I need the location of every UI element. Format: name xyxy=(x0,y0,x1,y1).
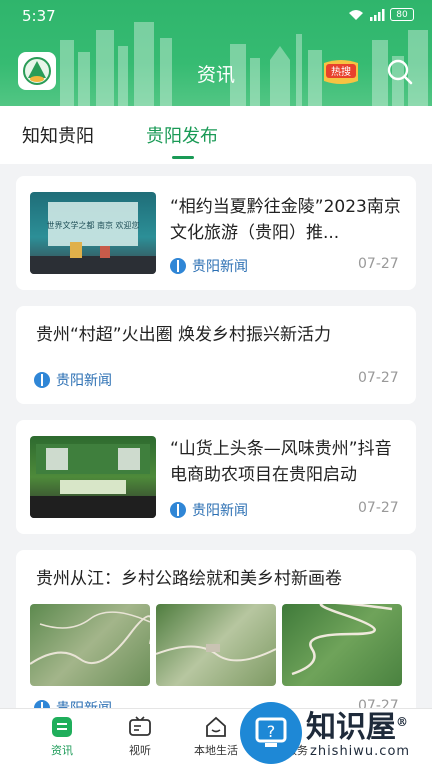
source-label: 贵阳新闻 xyxy=(56,373,112,389)
signal-icon xyxy=(370,8,385,21)
watermark-logo-icon: ? xyxy=(240,702,302,764)
article-title: 贵州从江：乡村公路绘就和美乡村新画卷 xyxy=(36,569,342,589)
watermark-text: 知识屋® xyxy=(306,710,408,745)
news-icon xyxy=(52,717,72,737)
video-icon xyxy=(129,716,151,736)
battery-icon: 80 xyxy=(390,8,414,21)
article-thumbnail xyxy=(282,604,402,686)
nav-news[interactable]: 资讯 xyxy=(32,715,92,758)
hot-search-badge[interactable]: 热搜 xyxy=(320,57,362,85)
search-icon[interactable] xyxy=(386,58,414,86)
article-card[interactable]: 贵州从江：乡村公路绘就和美乡村新画卷 贵阳新闻 07-27 xyxy=(16,550,416,720)
nav-local-life[interactable]: 本地生活 xyxy=(186,715,246,758)
thumb-banner-text: 世界文学之都 南京 欢迎您 xyxy=(46,220,139,230)
source-icon xyxy=(170,502,186,518)
article-title: “山货上头条—风味贵州”抖音电商助农项目在贵阳启动 xyxy=(170,439,392,485)
article-card[interactable]: 贵州“村超”火出圈 焕发乡村振兴新活力 贵阳新闻 07-27 xyxy=(16,306,416,404)
article-title: “相约当夏黔往金陵”2023南京文化旅游（贵阳）推... xyxy=(170,197,401,243)
app-header: 5:37 80 资讯 热搜 xyxy=(0,0,432,106)
winding-road-image xyxy=(291,604,393,676)
status-icons: 80 xyxy=(348,8,414,21)
page-title: 资讯 xyxy=(196,64,235,86)
article-date: 07-27 xyxy=(358,256,399,272)
article-title: 贵州“村超”火出圈 焕发乡村振兴新活力 xyxy=(36,325,332,345)
tab-zhizhi-guiyang[interactable]: 知知贵阳 xyxy=(22,122,94,148)
article-thumbnail xyxy=(30,436,156,518)
site-watermark: ? 知识屋® zhishiwu.com xyxy=(240,700,432,768)
article-thumbnail xyxy=(30,604,150,686)
article-thumbnail xyxy=(156,604,276,686)
nav-video[interactable]: 视听 xyxy=(110,715,170,758)
source-icon xyxy=(170,258,186,274)
active-tab-indicator xyxy=(172,156,194,159)
mountain-road-image xyxy=(30,611,150,665)
livestream-stage-image xyxy=(30,444,156,518)
source-label: 贵阳新闻 xyxy=(192,503,248,519)
article-thumbnail: 世界文学之都 南京 欢迎您 xyxy=(30,192,156,274)
article-card[interactable]: 世界文学之都 南京 欢迎您 “相约当夏黔往金陵”2023南京文化旅游（贵阳）推.… xyxy=(16,176,416,290)
village-valley-image xyxy=(156,644,276,662)
article-source: 贵阳新闻 xyxy=(34,370,112,390)
source-label: 贵阳新闻 xyxy=(192,259,248,275)
source-icon xyxy=(34,372,50,388)
stage-banner-image: 世界文学之都 南京 欢迎您 xyxy=(30,202,156,274)
article-date: 07-27 xyxy=(358,500,399,516)
home-icon xyxy=(206,716,226,737)
article-card[interactable]: “山货上头条—风味贵州”抖音电商助农项目在贵阳启动 贵阳新闻 07-27 xyxy=(16,420,416,534)
status-time: 5:37 xyxy=(22,7,56,25)
svg-text:?: ? xyxy=(267,722,276,741)
wifi-icon xyxy=(349,9,363,20)
category-tabs: 知知贵阳 贵阳发布 xyxy=(0,106,432,164)
article-date: 07-27 xyxy=(358,370,399,386)
tab-guiyang-release[interactable]: 贵阳发布 xyxy=(146,122,218,148)
hot-badge-label: 热搜 xyxy=(331,65,351,78)
article-source: 贵阳新闻 xyxy=(170,500,248,520)
status-bar: 5:37 80 xyxy=(0,0,432,32)
article-source: 贵阳新闻 xyxy=(170,256,248,276)
watermark-url: zhishiwu.com xyxy=(310,744,411,759)
